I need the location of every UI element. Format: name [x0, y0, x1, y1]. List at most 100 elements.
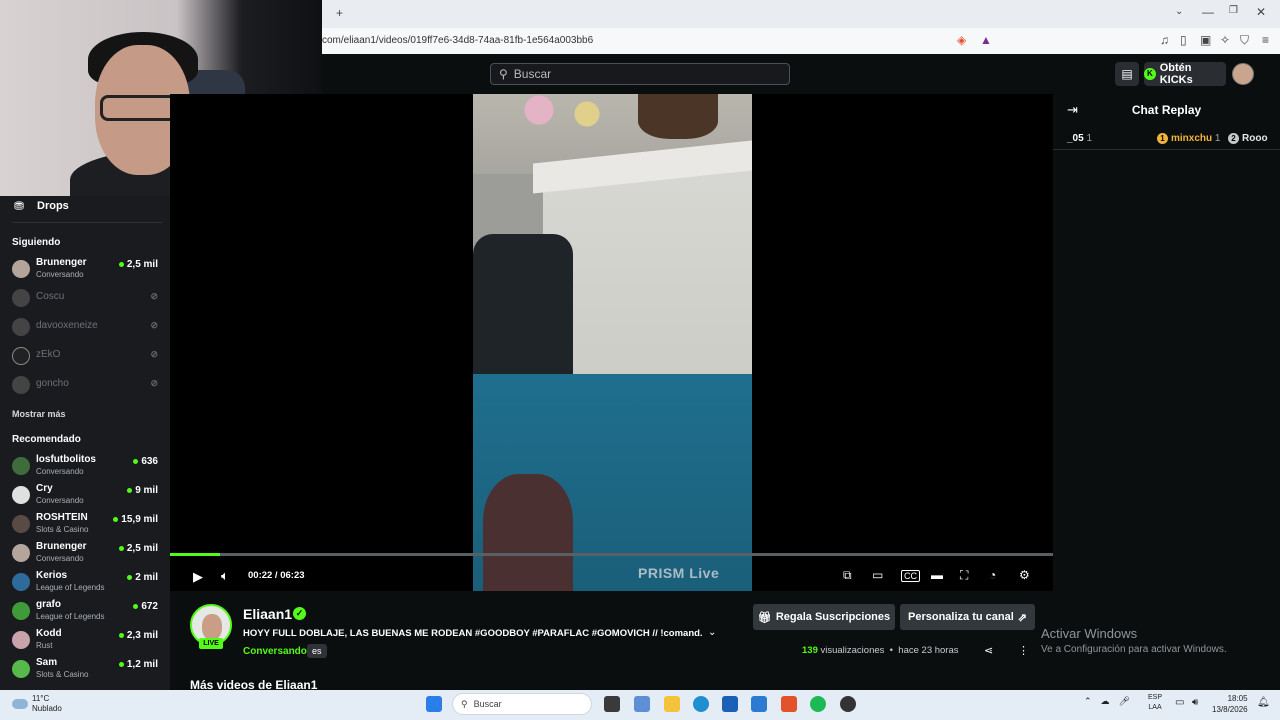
divider — [12, 222, 162, 223]
live-dot — [118, 545, 124, 551]
vpn-icon[interactable]: ⛉ — [1240, 33, 1249, 48]
share-icon[interactable]: ⋖ — [984, 644, 993, 657]
avatar — [12, 318, 30, 336]
store-icon[interactable] — [722, 696, 738, 712]
sidebar-item-drops[interactable]: Drops — [37, 200, 69, 212]
media-icon[interactable]: ♫ — [1160, 33, 1169, 47]
file-explorer-icon[interactable] — [664, 696, 680, 712]
chat-leaderboard: _05 1 1 minxchu 1 2 Rooo — [1053, 128, 1280, 150]
obs-icon[interactable] — [840, 696, 856, 712]
menu-icon[interactable]: ≡ — [1262, 33, 1269, 47]
wallet-icon[interactable]: ▣ — [1200, 33, 1211, 47]
onedrive-icon[interactable]: ☁ — [1101, 696, 1110, 707]
url-text[interactable]: com/eliaan1/videos/019ff7e6-34d8-74aa-81… — [322, 35, 593, 46]
chat-user[interactable]: 2 Rooo — [1228, 133, 1268, 144]
recommended-item[interactable]: Kerios League of Legends 2 mil — [12, 569, 162, 597]
following-item[interactable]: zEkO ⊘ — [12, 343, 162, 371]
clock[interactable]: 18:05 13/8/2026 — [1212, 693, 1248, 715]
search-input[interactable]: ⚲ Buscar — [490, 63, 790, 85]
channel-name[interactable]: Eliaan1 — [243, 606, 292, 622]
avatar — [12, 544, 30, 562]
input-language[interactable]: ESP LAA — [1148, 693, 1162, 713]
following-item[interactable]: goncho ⊘ — [12, 372, 162, 400]
stream-title: HOYY FULL DOBLAJE, LAS BUENAS ME RODEAN … — [243, 628, 703, 639]
live-dot — [113, 516, 119, 522]
following-item[interactable]: Coscu ⊘ — [12, 285, 162, 313]
speed-icon[interactable]: ◔ — [989, 568, 996, 582]
notification-icon[interactable]: 🔔︎ — [1257, 697, 1270, 708]
avatar — [12, 347, 30, 365]
avatar — [12, 486, 30, 504]
kicks-icon: K — [1144, 68, 1156, 80]
verified-icon: ✓ — [293, 607, 306, 620]
following-item[interactable]: davooxeneize ⊘ — [12, 314, 162, 342]
brave-rewards-icon[interactable]: ▲ — [980, 33, 992, 47]
dashboard-button[interactable]: ▤ — [1115, 62, 1139, 86]
leo-icon[interactable]: ✧ — [1220, 33, 1230, 47]
user-avatar[interactable] — [1232, 63, 1254, 85]
gift-subs-button[interactable]: 🎁︎ Regala Suscripciones — [753, 604, 895, 630]
get-kicks-button[interactable]: K Obtén KICKs — [1144, 62, 1226, 86]
drops-icon: ⛃ — [14, 199, 25, 213]
tab-list-icon[interactable]: ⌄ — [1175, 6, 1183, 17]
chevron-down-icon[interactable]: ⌄ — [708, 627, 716, 638]
task-view-icon[interactable] — [604, 696, 620, 712]
brave-icon[interactable] — [781, 696, 797, 712]
recommended-item[interactable]: grafo League of Legends 672 — [12, 598, 162, 626]
brave-shield-icon[interactable]: ◈ — [957, 33, 966, 47]
captions-icon[interactable]: CC — [901, 570, 920, 582]
maximize-icon[interactable]: ❐ — [1229, 5, 1238, 16]
offline-icon: ⊘ — [150, 320, 158, 330]
widgets-icon[interactable] — [634, 696, 650, 712]
external-link-icon: ⇗ — [1017, 611, 1027, 624]
minimize-icon[interactable]: — — [1202, 5, 1214, 19]
recommended-item[interactable]: Sam Slots & Casino 1,2 mil — [12, 656, 162, 684]
edge-icon[interactable] — [693, 696, 709, 712]
recommended-item[interactable]: Kodd Rust 2,3 mil — [12, 627, 162, 655]
avatar — [12, 573, 30, 591]
show-more-link[interactable]: Mostrar más — [12, 409, 66, 419]
recommended-item[interactable]: Brunenger Conversando 2,5 mil — [12, 540, 162, 568]
video-frame[interactable] — [473, 94, 752, 591]
prism-watermark: PRISM Live — [638, 565, 720, 581]
following-item[interactable]: Brunenger Conversando 2,5 mil — [12, 256, 162, 284]
weather-widget[interactable]: 11°C Nublado — [12, 694, 62, 714]
following-heading: Siguiendo — [12, 237, 61, 248]
language-tag[interactable]: es — [307, 644, 327, 658]
category-link[interactable]: Conversando — [243, 646, 307, 657]
chevron-up-icon[interactable]: ⌃ — [1084, 696, 1092, 707]
chat-panel — [1053, 94, 1280, 690]
recommended-item[interactable]: Cry Conversando 9 mil — [12, 482, 162, 510]
speaker-icon[interactable]: 🔊︎ — [1192, 697, 1198, 708]
customize-channel-button[interactable]: Personaliza tu canal ⇗ — [900, 604, 1035, 630]
gift-icon: 🎁︎ — [757, 611, 772, 624]
theater-icon[interactable]: ▭ — [872, 568, 883, 582]
start-icon[interactable] — [426, 696, 442, 712]
spotify-icon[interactable] — [810, 696, 826, 712]
mini-player-icon[interactable]: ⧉ — [843, 568, 852, 583]
more-options-icon[interactable]: ⋮ — [1018, 644, 1029, 657]
recommended-item[interactable]: losfutbolitos Conversando 636 — [12, 453, 162, 481]
taskbar-search[interactable]: ⚲ Buscar — [452, 693, 592, 715]
sidebar-toggle-icon[interactable]: ▯ — [1180, 33, 1187, 47]
outlook-icon[interactable] — [751, 696, 767, 712]
mic-icon[interactable]: 🎤︎ — [1119, 696, 1130, 707]
system-tray[interactable]: ⌃ ☁ 🎤︎ — [1084, 696, 1130, 707]
volume-icon[interactable]: 🔈︎ — [221, 568, 229, 584]
settings-gear-icon[interactable]: ⚙ — [1019, 568, 1030, 582]
time-display: 00:22 / 06:23 — [248, 570, 305, 581]
avatar — [12, 660, 30, 678]
offline-icon: ⊘ — [150, 349, 158, 359]
wide-mode-icon[interactable]: ▬ — [931, 568, 943, 582]
progress-bar[interactable] — [170, 553, 1053, 556]
chat-user[interactable]: _05 1 — [1067, 133, 1092, 144]
close-window-icon[interactable]: ✕ — [1256, 5, 1266, 19]
get-kicks-label: Obtén KICKs — [1159, 62, 1193, 86]
new-tab-button[interactable]: + — [336, 6, 343, 20]
network-icon[interactable]: ▭ — [1175, 697, 1184, 708]
recommended-item[interactable]: ROSHTEIN Slots & Casino 15,9 mil — [12, 511, 162, 539]
play-icon[interactable]: ▶ — [193, 569, 203, 585]
chat-user[interactable]: 1 minxchu 1 — [1157, 133, 1220, 144]
viewer-count: 636 — [133, 456, 158, 467]
fullscreen-icon[interactable]: ⛶ — [960, 568, 968, 583]
